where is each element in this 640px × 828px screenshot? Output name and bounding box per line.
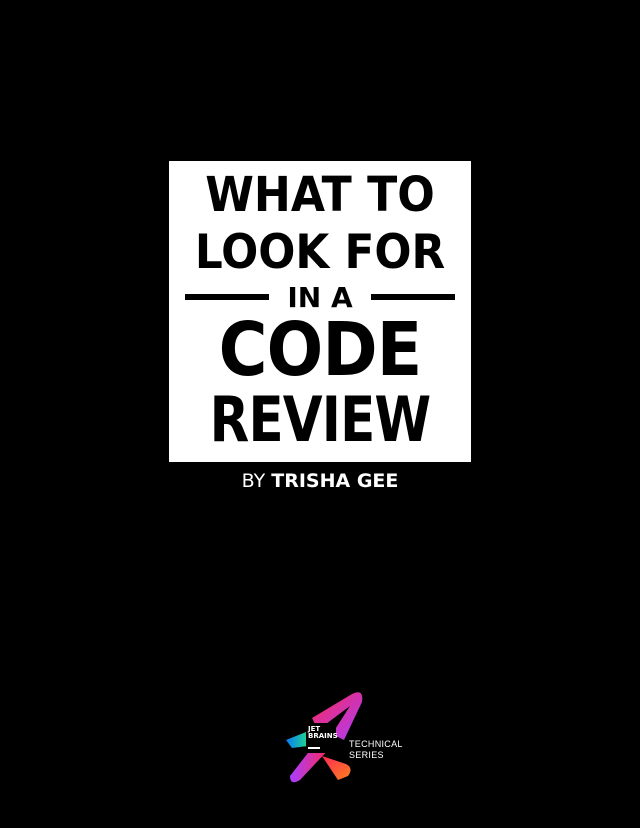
book-cover: WHAT TO LOOK FOR IN A CODE REVIEW BY TRI…: [0, 0, 640, 828]
title-line-5: REVIEW: [209, 383, 432, 456]
title-line-2: LOOK FOR: [194, 225, 446, 280]
title-line-4: CODE: [218, 307, 423, 393]
jetbrains-wordmark: JET BRAINS: [306, 723, 338, 753]
series-line-1: TECHNICAL: [349, 739, 403, 749]
byline-author: TRISHA GEE: [271, 470, 399, 492]
title-line-1: WHAT TO: [205, 167, 435, 223]
title-box: WHAT TO LOOK FOR IN A CODE REVIEW: [169, 161, 471, 462]
logo-name-line-2: BRAINS: [308, 732, 338, 740]
byline-by: BY: [241, 470, 266, 492]
title-rule-right: [371, 294, 455, 300]
logo-underline: [308, 747, 320, 749]
series-line-2: SERIES: [349, 750, 384, 760]
byline: BY TRISHA GEE: [0, 470, 640, 492]
technical-series-label: TECHNICAL SERIES: [349, 739, 403, 761]
